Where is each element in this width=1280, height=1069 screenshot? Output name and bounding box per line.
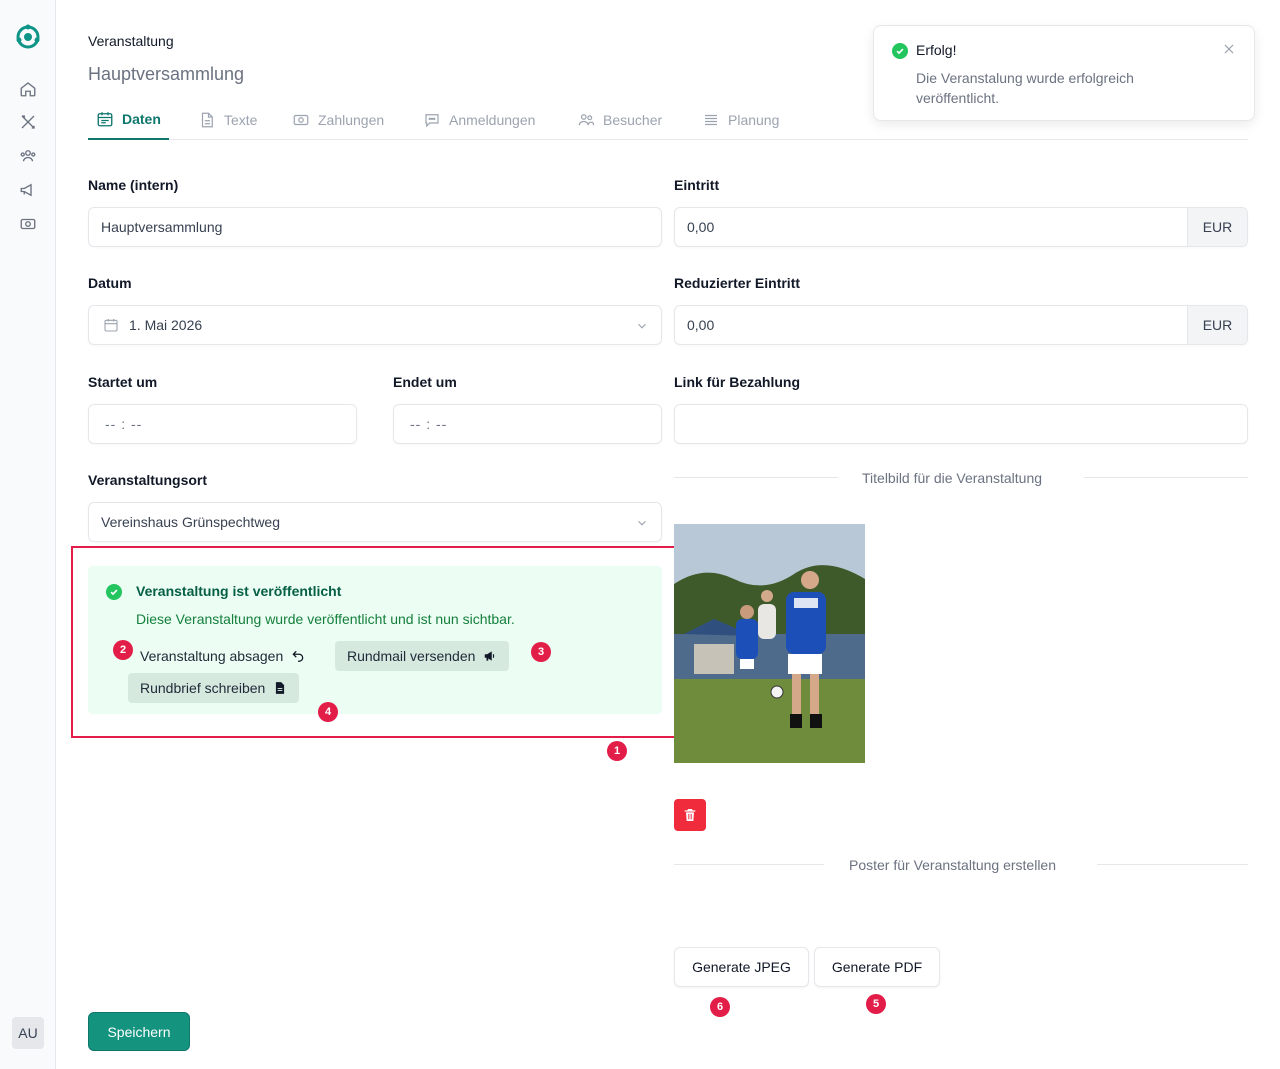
users-icon [578,114,595,126]
page-title: Hauptversammlung [88,64,245,84]
cover-image [674,524,865,763]
annotation-badge-2: 2 [113,640,133,660]
name-value: Hauptversammlung [101,219,223,235]
location-label: Veranstaltungsort [88,472,208,488]
tab-zahlungen[interactable]: Zahlungen [292,100,384,140]
chat-icon [425,114,439,128]
date-value: 1. Mai 2026 [129,317,203,333]
home-icon[interactable] [19,80,37,98]
reduced-price-input[interactable]: 0,00 EUR [674,305,1248,345]
generate-jpeg-button[interactable]: Generate JPEG [674,947,809,987]
tab-label: Besucher [603,112,663,128]
tab-label: Planung [728,112,780,128]
users-icon[interactable] [19,147,37,165]
generate-pdf-button[interactable]: Generate PDF [814,947,940,987]
currency-addon: EUR [1187,208,1247,246]
divider [674,477,838,478]
name-input[interactable]: Hauptversammlung [88,207,662,247]
banknote-icon[interactable] [19,215,37,233]
entry-price-input[interactable]: 0,00 EUR [674,207,1248,247]
chevron-down-icon [638,520,646,526]
name-label: Name (intern) [88,177,179,193]
end-time-label: Endet um [393,374,457,390]
entry-price-value: 0,00 [687,219,715,235]
start-time-input[interactable]: -- : -- [88,404,357,444]
payment-link-label: Link für Bezahlung [674,374,800,390]
chevron-down-icon [638,323,646,329]
calendar-icon [97,112,113,127]
start-time-label: Startet um [88,374,158,390]
tab-label: Zahlungen [318,112,385,128]
tab-daten[interactable]: Daten [88,100,169,140]
start-time-value: -- : -- [105,416,143,432]
sidebar: AU [0,0,56,1069]
reduced-price-value: 0,00 [687,317,715,333]
location-value: Vereinshaus Grünspechtweg [101,514,280,530]
tab-label: Texte [224,112,258,128]
poster-heading: Poster für Veranstaltung erstellen [849,857,1057,873]
annotation-badge-6: 6 [710,997,730,1017]
check-circle-icon [892,43,908,59]
calendar-icon [104,319,118,332]
cover-image-heading: Titelbild für die Veranstaltung [862,470,1043,486]
annotation-badge-4: 4 [318,702,338,722]
tab-anmeldungen[interactable]: Anmeldungen [423,100,535,140]
close-icon[interactable] [1222,42,1236,56]
annotation-badge-3: 3 [531,642,551,662]
location-select[interactable]: Vereinshaus Grünspechtweg [88,502,662,542]
megaphone-icon[interactable] [19,181,37,199]
annotation-badge-1: 1 [607,741,627,761]
annotation-badge-5: 5 [866,994,886,1014]
logo-icon[interactable] [15,24,41,50]
currency-addon: EUR [1187,306,1247,344]
end-time-value: -- : -- [410,416,448,432]
date-label: Datum [88,275,132,291]
tab-texte[interactable]: Texte [198,100,257,140]
end-time-input[interactable]: -- : -- [393,404,662,444]
toast-title: Erfolg! [916,42,957,58]
banknote-icon [293,114,309,126]
delete-image-button[interactable] [674,799,706,831]
tab-planung[interactable]: Planung [702,100,779,140]
section-label: Veranstaltung [88,33,174,49]
document-icon [201,112,213,128]
divider [674,864,824,865]
date-picker[interactable]: 1. Mai 2026 [88,305,662,345]
entry-label: Eintritt [674,177,720,193]
trash-icon [684,809,696,821]
reduced-entry-label: Reduzierter Eintritt [674,275,801,291]
divider [1084,477,1248,478]
cover-photo-illustration [674,524,865,763]
tools-icon[interactable] [19,113,37,131]
save-button[interactable]: Speichern [88,1012,190,1051]
payment-link-input[interactable] [674,404,1248,444]
tab-label: Anmeldungen [449,112,536,128]
avatar[interactable]: AU [12,1017,44,1049]
tab-label: Daten [122,111,161,127]
toast-message: Die Veranstalung wurde erfolgreich veröf… [916,70,1134,106]
list-icon [705,114,717,126]
tab-besucher[interactable]: Besucher [577,100,662,140]
annotation-highlight-box [71,546,677,738]
divider [1097,864,1248,865]
success-toast: Erfolg! Die Veranstalung wurde erfolgrei… [873,25,1255,121]
